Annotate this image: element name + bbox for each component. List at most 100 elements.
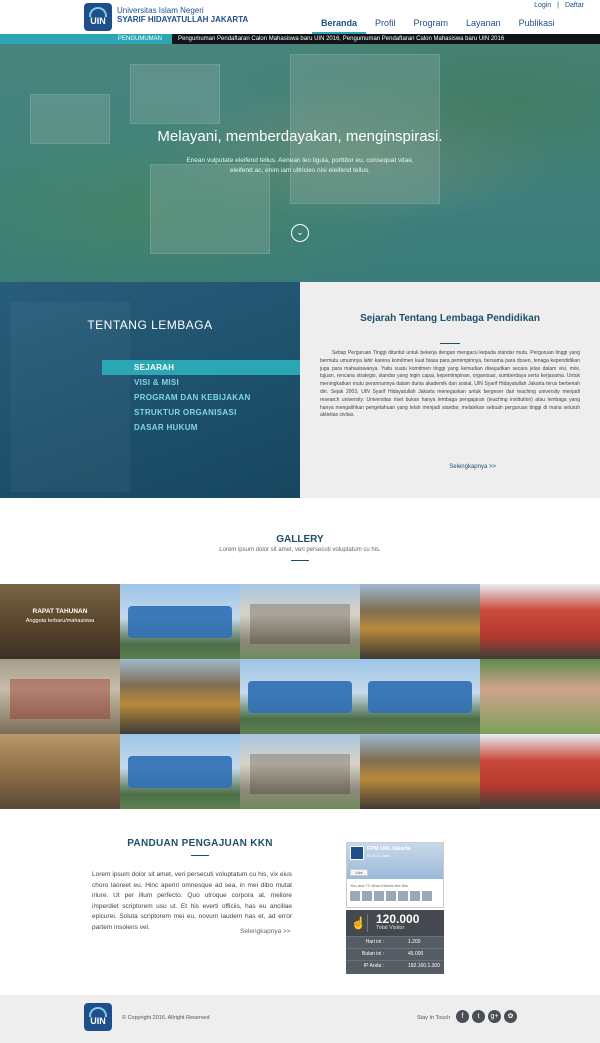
kkn-title: PANDUAN PENGAJUAN KKN — [127, 838, 273, 849]
gallery-grid: RAPAT TAHUNAN Anggota terbaru/mahasiswa — [0, 584, 600, 809]
login-link[interactable]: Login — [534, 2, 551, 9]
nav-item-publikasi[interactable]: Publikasi — [510, 18, 564, 34]
gallery-item[interactable] — [480, 659, 600, 734]
visitor-counter: ☝ 120.000 Total Visitor Hari ini : 1.200… — [346, 910, 444, 974]
hero-headline: Melayani, memberdayakan, menginspirasi. — [157, 128, 443, 145]
about-menu-program[interactable]: PROGRAM DAN KEBIJAKAN — [102, 390, 300, 405]
gallery-item[interactable] — [240, 659, 360, 734]
nav-item-layanan[interactable]: Layanan — [457, 18, 510, 34]
facebook-icon[interactable]: f — [456, 1010, 469, 1023]
avatar — [410, 891, 420, 901]
kkn-body: Lorem ipsum dolor sit amet, veri persecu… — [92, 871, 292, 931]
gallery-item[interactable] — [240, 734, 360, 809]
gallery-image-detail — [250, 604, 350, 644]
visitor-total: 120.000 — [376, 912, 420, 926]
kkn-read-more-link[interactable]: Selengkapnya >> — [240, 928, 291, 935]
nav-item-profil[interactable]: Profil — [366, 18, 405, 34]
gallery-item[interactable] — [120, 584, 240, 659]
gallery-item[interactable] — [240, 584, 360, 659]
about-menu-visi-misi[interactable]: VISI & MISI — [102, 375, 300, 390]
about-menu-dasar-hukum[interactable]: DASAR HUKUM — [102, 420, 300, 435]
brand-line-1: Universitas Islam Negeri — [117, 6, 204, 15]
gallery-item[interactable] — [120, 659, 240, 734]
avatar — [350, 891, 360, 901]
site-header: UIN Universitas Islam Negeri SYARIF HIDA… — [0, 0, 600, 34]
gallery-item[interactable] — [480, 734, 600, 809]
gallery-divider — [291, 560, 309, 561]
about-article: Sejarah Tentang Lembaga Pendidikan Setia… — [300, 282, 600, 498]
register-link[interactable]: Daftar — [565, 2, 584, 9]
facebook-page-avatar — [350, 846, 364, 860]
hero-subtext: Enean vulputate eleifend tellus. Aenean … — [186, 157, 414, 174]
facebook-likes-count: 99,872 Likes — [367, 853, 390, 858]
about-panel: TENTANG LEMBAGA SEJARAH VISI & MISI PROG… — [0, 282, 300, 498]
gallery-title: GALLERY — [276, 534, 324, 545]
chevron-down-icon[interactable]: ⌄ — [291, 224, 309, 242]
visitor-row-key: IP Anda : — [363, 963, 384, 969]
gallery-featured-subtitle: Anggota terbaru/mahasiswa — [25, 618, 95, 624]
facebook-page-name[interactable]: FPM UIN Jakarta — [367, 846, 410, 852]
visitor-row-ip: IP Anda : 192.160.1.300 — [346, 960, 444, 971]
about-menu-struktur[interactable]: STRUKTUR ORGANISASI — [102, 405, 300, 420]
gallery-item[interactable] — [0, 734, 120, 809]
announcement-bar: PENGUMUMAN Pengumuman Pendaftaran Calon … — [0, 34, 600, 44]
copyright-text: © Copyright 2016. Allright Reserved — [122, 1015, 210, 1021]
hero-banner: Melayani, memberdayakan, menginspirasi. … — [0, 44, 600, 282]
announcement-tag-label: PENGUMUMAN — [118, 36, 163, 42]
main-nav: Beranda Profil Program Layanan Publikasi — [312, 18, 564, 34]
stay-in-touch-label: Stay In Touch — [417, 1015, 451, 1021]
brand-line-2: SYARIF HIDAYATULLAH JAKARTA — [117, 15, 249, 24]
article-title: Sejarah Tentang Lembaga Pendidikan — [360, 313, 540, 324]
nav-item-program[interactable]: Program — [405, 18, 458, 34]
footer-logo[interactable]: UIN — [84, 1003, 112, 1031]
announcement-ticker[interactable]: Pengumuman Pendaftaran Calon Mahasiswa b… — [178, 34, 504, 44]
site-footer: UIN © Copyright 2016. Allright Reserved … — [0, 995, 600, 1043]
kkn-divider — [191, 855, 209, 856]
gallery-item[interactable] — [480, 584, 600, 659]
gallery-image-detail — [250, 754, 350, 794]
avatar — [422, 891, 432, 901]
logo-text: UIN — [90, 1016, 106, 1026]
about-menu: SEJARAH VISI & MISI PROGRAM DAN KEBIJAKA… — [102, 360, 300, 435]
social-links: f t g+ ✿ — [456, 1010, 517, 1023]
gallery-item[interactable] — [360, 659, 480, 734]
nav-item-beranda[interactable]: Beranda — [312, 18, 367, 34]
visitor-label: Total Visitor — [376, 925, 405, 931]
avatar — [374, 891, 384, 901]
facebook-widget[interactable]: FPM UIN Jakarta 99,872 Likes Like You an… — [346, 842, 444, 908]
facebook-like-button[interactable]: Like — [350, 869, 368, 876]
about-menu-sejarah[interactable]: SEJARAH — [102, 360, 300, 375]
article-read-more-link[interactable]: Selengkapnya >> — [449, 464, 496, 470]
visitor-row-key: Bulan ini : — [362, 951, 384, 957]
gallery-item[interactable] — [360, 584, 480, 659]
avatar — [398, 891, 408, 901]
auth-separator: | — [557, 2, 559, 9]
auth-links: Login | Daftar — [532, 2, 586, 9]
visitor-row-today: Hari ini : 1.200 — [346, 936, 444, 947]
dribbble-icon[interactable]: ✿ — [504, 1010, 517, 1023]
gallery-image-detail — [10, 679, 110, 719]
visitor-row-value: 45.000 — [408, 951, 424, 957]
gallery-item[interactable] — [120, 734, 240, 809]
visitor-row-value: 1.200 — [408, 939, 421, 945]
google-plus-icon[interactable]: g+ — [488, 1010, 501, 1023]
avatar — [362, 891, 372, 901]
twitter-icon[interactable]: t — [472, 1010, 485, 1023]
visitor-row-key: Hari ini : — [365, 939, 384, 945]
gallery-featured-title: RAPAT TAHUNAN — [32, 608, 88, 615]
logo-text: UIN — [90, 16, 106, 26]
gallery-item[interactable] — [360, 734, 480, 809]
gallery-item[interactable] — [0, 659, 120, 734]
pointer-hand-icon: ☝ — [350, 914, 368, 932]
article-body: Setiap Perguruan Tinggi dituntut untuk b… — [320, 350, 580, 419]
about-title: TENTANG LEMBAGA — [87, 318, 213, 332]
facebook-friends-text: You and 72 other friends like this — [350, 883, 408, 888]
gallery-subtitle: Lorem ipsum dolor sit amet, veri persecu… — [219, 547, 381, 553]
visitor-row-value: 192.160.1.300 — [408, 963, 440, 969]
visitor-row-month: Bulan ini : 45.000 — [346, 948, 444, 959]
facebook-friend-faces — [350, 891, 432, 901]
avatar — [386, 891, 396, 901]
gallery-item[interactable]: RAPAT TAHUNAN Anggota terbaru/mahasiswa — [0, 584, 120, 659]
uin-logo[interactable]: UIN — [84, 3, 112, 31]
article-divider — [440, 343, 460, 344]
